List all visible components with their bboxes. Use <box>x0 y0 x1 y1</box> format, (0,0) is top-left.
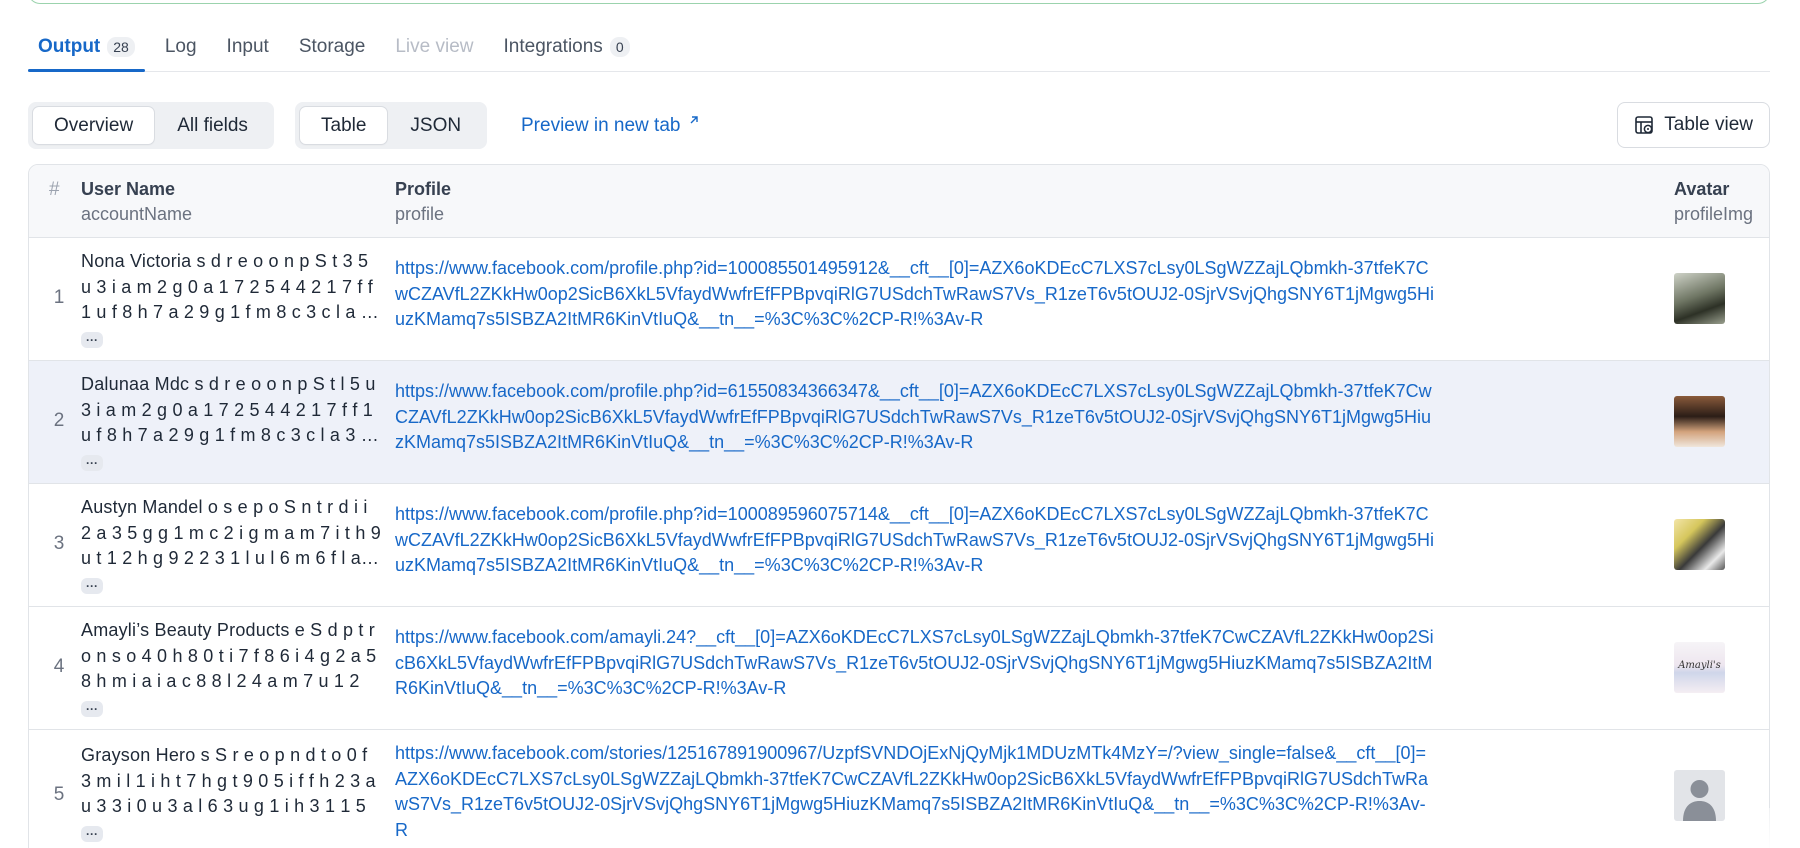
tab-input[interactable]: Input <box>217 22 279 71</box>
column-title: Profile <box>395 179 452 199</box>
user-name-text: Amayli’s Beauty Products e S d p t r o n… <box>81 620 377 691</box>
dataset-output-page: Output 28 Log Input Storage Live view In… <box>0 0 1800 848</box>
row-index: 2 <box>53 410 65 431</box>
avatar-image[interactable] <box>1674 273 1725 324</box>
tab-integrations[interactable]: Integrations 0 <box>494 22 640 71</box>
row-index: 1 <box>53 287 65 308</box>
row-index: 4 <box>53 656 65 677</box>
avatar-image[interactable] <box>1674 519 1725 570</box>
column-header-username[interactable]: User Name accountName <box>81 177 192 227</box>
tab-input-label: Input <box>226 35 269 57</box>
profile-link[interactable]: https://www.facebook.com/amayli.24?__cft… <box>395 625 1435 702</box>
table-view-button[interactable]: Table view <box>1617 102 1770 148</box>
table-view-label: Table view <box>1664 114 1753 135</box>
expand-more-button[interactable]: ··· <box>81 331 103 348</box>
tab-output[interactable]: Output 28 <box>28 22 145 72</box>
run-status-card <box>28 0 1770 4</box>
user-name-cell: Amayli’s Beauty Products e S d p t r o n… <box>81 618 381 720</box>
expand-more-button[interactable]: ··· <box>81 700 103 717</box>
tab-output-label: Output <box>38 35 101 57</box>
profile-link[interactable]: https://www.facebook.com/stories/1251678… <box>395 741 1435 843</box>
table-row[interactable]: 2 Dalunaa Mdc s d r e o o n p S t l 5 u … <box>29 361 1769 484</box>
user-name-cell: Nona Victoria s d r e o o n p S t 3 5 u … <box>81 249 381 351</box>
column-field: profileImg <box>1674 204 1754 224</box>
tab-log[interactable]: Log <box>155 22 207 71</box>
user-name-cell: Grayson Hero s S r e o p n d t o 0 f 3 m… <box>81 743 381 845</box>
overview-button[interactable]: Overview <box>33 107 155 144</box>
external-link-icon <box>690 116 699 124</box>
column-field: profile <box>395 204 445 224</box>
tab-live-view-label: Live view <box>395 35 474 57</box>
column-header-profile[interactable]: Profile profile <box>395 177 451 227</box>
tab-storage-label: Storage <box>298 35 366 57</box>
column-field: accountName <box>81 204 193 224</box>
tab-live-view: Live view <box>385 22 483 71</box>
index-column-header: # <box>49 179 60 200</box>
column-header-avatar[interactable]: Avatar profileImg <box>1674 177 1753 227</box>
user-name-text: Austyn Mandel o s e p o S n t r d i i 2 … <box>81 497 381 568</box>
default-person-icon[interactable] <box>1674 770 1725 821</box>
tab-log-label: Log <box>164 35 197 57</box>
profile-link[interactable]: https://www.facebook.com/profile.php?id=… <box>395 379 1435 456</box>
table-header: # User Name accountName Profile profile … <box>29 165 1769 238</box>
table-settings-icon <box>1635 116 1654 134</box>
output-tabs: Output 28 Log Input Storage Live view In… <box>28 22 1770 72</box>
format-toggle: Table JSON <box>295 102 488 149</box>
tab-integrations-count-badge: 0 <box>609 36 630 57</box>
row-index: 3 <box>53 533 65 554</box>
all-fields-button[interactable]: All fields <box>156 107 269 144</box>
column-title: User Name <box>81 179 176 199</box>
tab-output-count-badge: 28 <box>107 36 135 57</box>
user-name-cell: Dalunaa Mdc s d r e o o n p S t l 5 u 3 … <box>81 372 381 474</box>
expand-more-button[interactable]: ··· <box>81 577 103 594</box>
avatar-image[interactable] <box>1674 396 1725 447</box>
tab-integrations-label: Integrations <box>503 35 603 57</box>
avatar-logo-text: Amayli's <box>1678 660 1721 671</box>
table-row[interactable]: 5 Grayson Hero s S r e o p n d t o 0 f 3… <box>29 730 1769 848</box>
user-name-text: Dalunaa Mdc s d r e o o n p S t l 5 u 3 … <box>81 374 376 445</box>
user-name-cell: Austyn Mandel o s e p o S n t r d i i 2 … <box>81 495 381 597</box>
preview-link-label: Preview in new tab <box>521 114 681 136</box>
person-silhouette-icon <box>1683 780 1716 821</box>
field-scope-toggle: Overview All fields <box>28 102 274 149</box>
table-format-button[interactable]: Table <box>300 107 388 144</box>
tab-storage[interactable]: Storage <box>289 22 376 71</box>
expand-more-button[interactable]: ··· <box>81 454 103 471</box>
results-table: # User Name accountName Profile profile … <box>28 164 1770 848</box>
row-index: 5 <box>53 784 65 805</box>
user-name-text: Grayson Hero s S r e o p n d t o 0 f 3 m… <box>81 745 376 816</box>
expand-more-button[interactable]: ··· <box>81 825 103 842</box>
view-controls: Overview All fields Table JSON Preview i… <box>28 102 1770 150</box>
table-row[interactable]: 3 Austyn Mandel o s e p o S n t r d i i … <box>29 484 1769 607</box>
avatar-image[interactable]: Amayli's <box>1674 642 1725 693</box>
profile-link[interactable]: https://www.facebook.com/profile.php?id=… <box>395 256 1435 333</box>
table-row[interactable]: 1 Nona Victoria s d r e o o n p S t 3 5 … <box>29 238 1769 361</box>
profile-link[interactable]: https://www.facebook.com/profile.php?id=… <box>395 502 1435 579</box>
column-title: Avatar <box>1674 179 1730 199</box>
json-format-button[interactable]: JSON <box>389 107 482 144</box>
table-row[interactable]: 4 Amayli’s Beauty Products e S d p t r o… <box>29 607 1769 730</box>
user-name-text: Nona Victoria s d r e o o n p S t 3 5 u … <box>81 251 373 322</box>
preview-in-new-tab-link[interactable]: Preview in new tab <box>521 102 699 149</box>
